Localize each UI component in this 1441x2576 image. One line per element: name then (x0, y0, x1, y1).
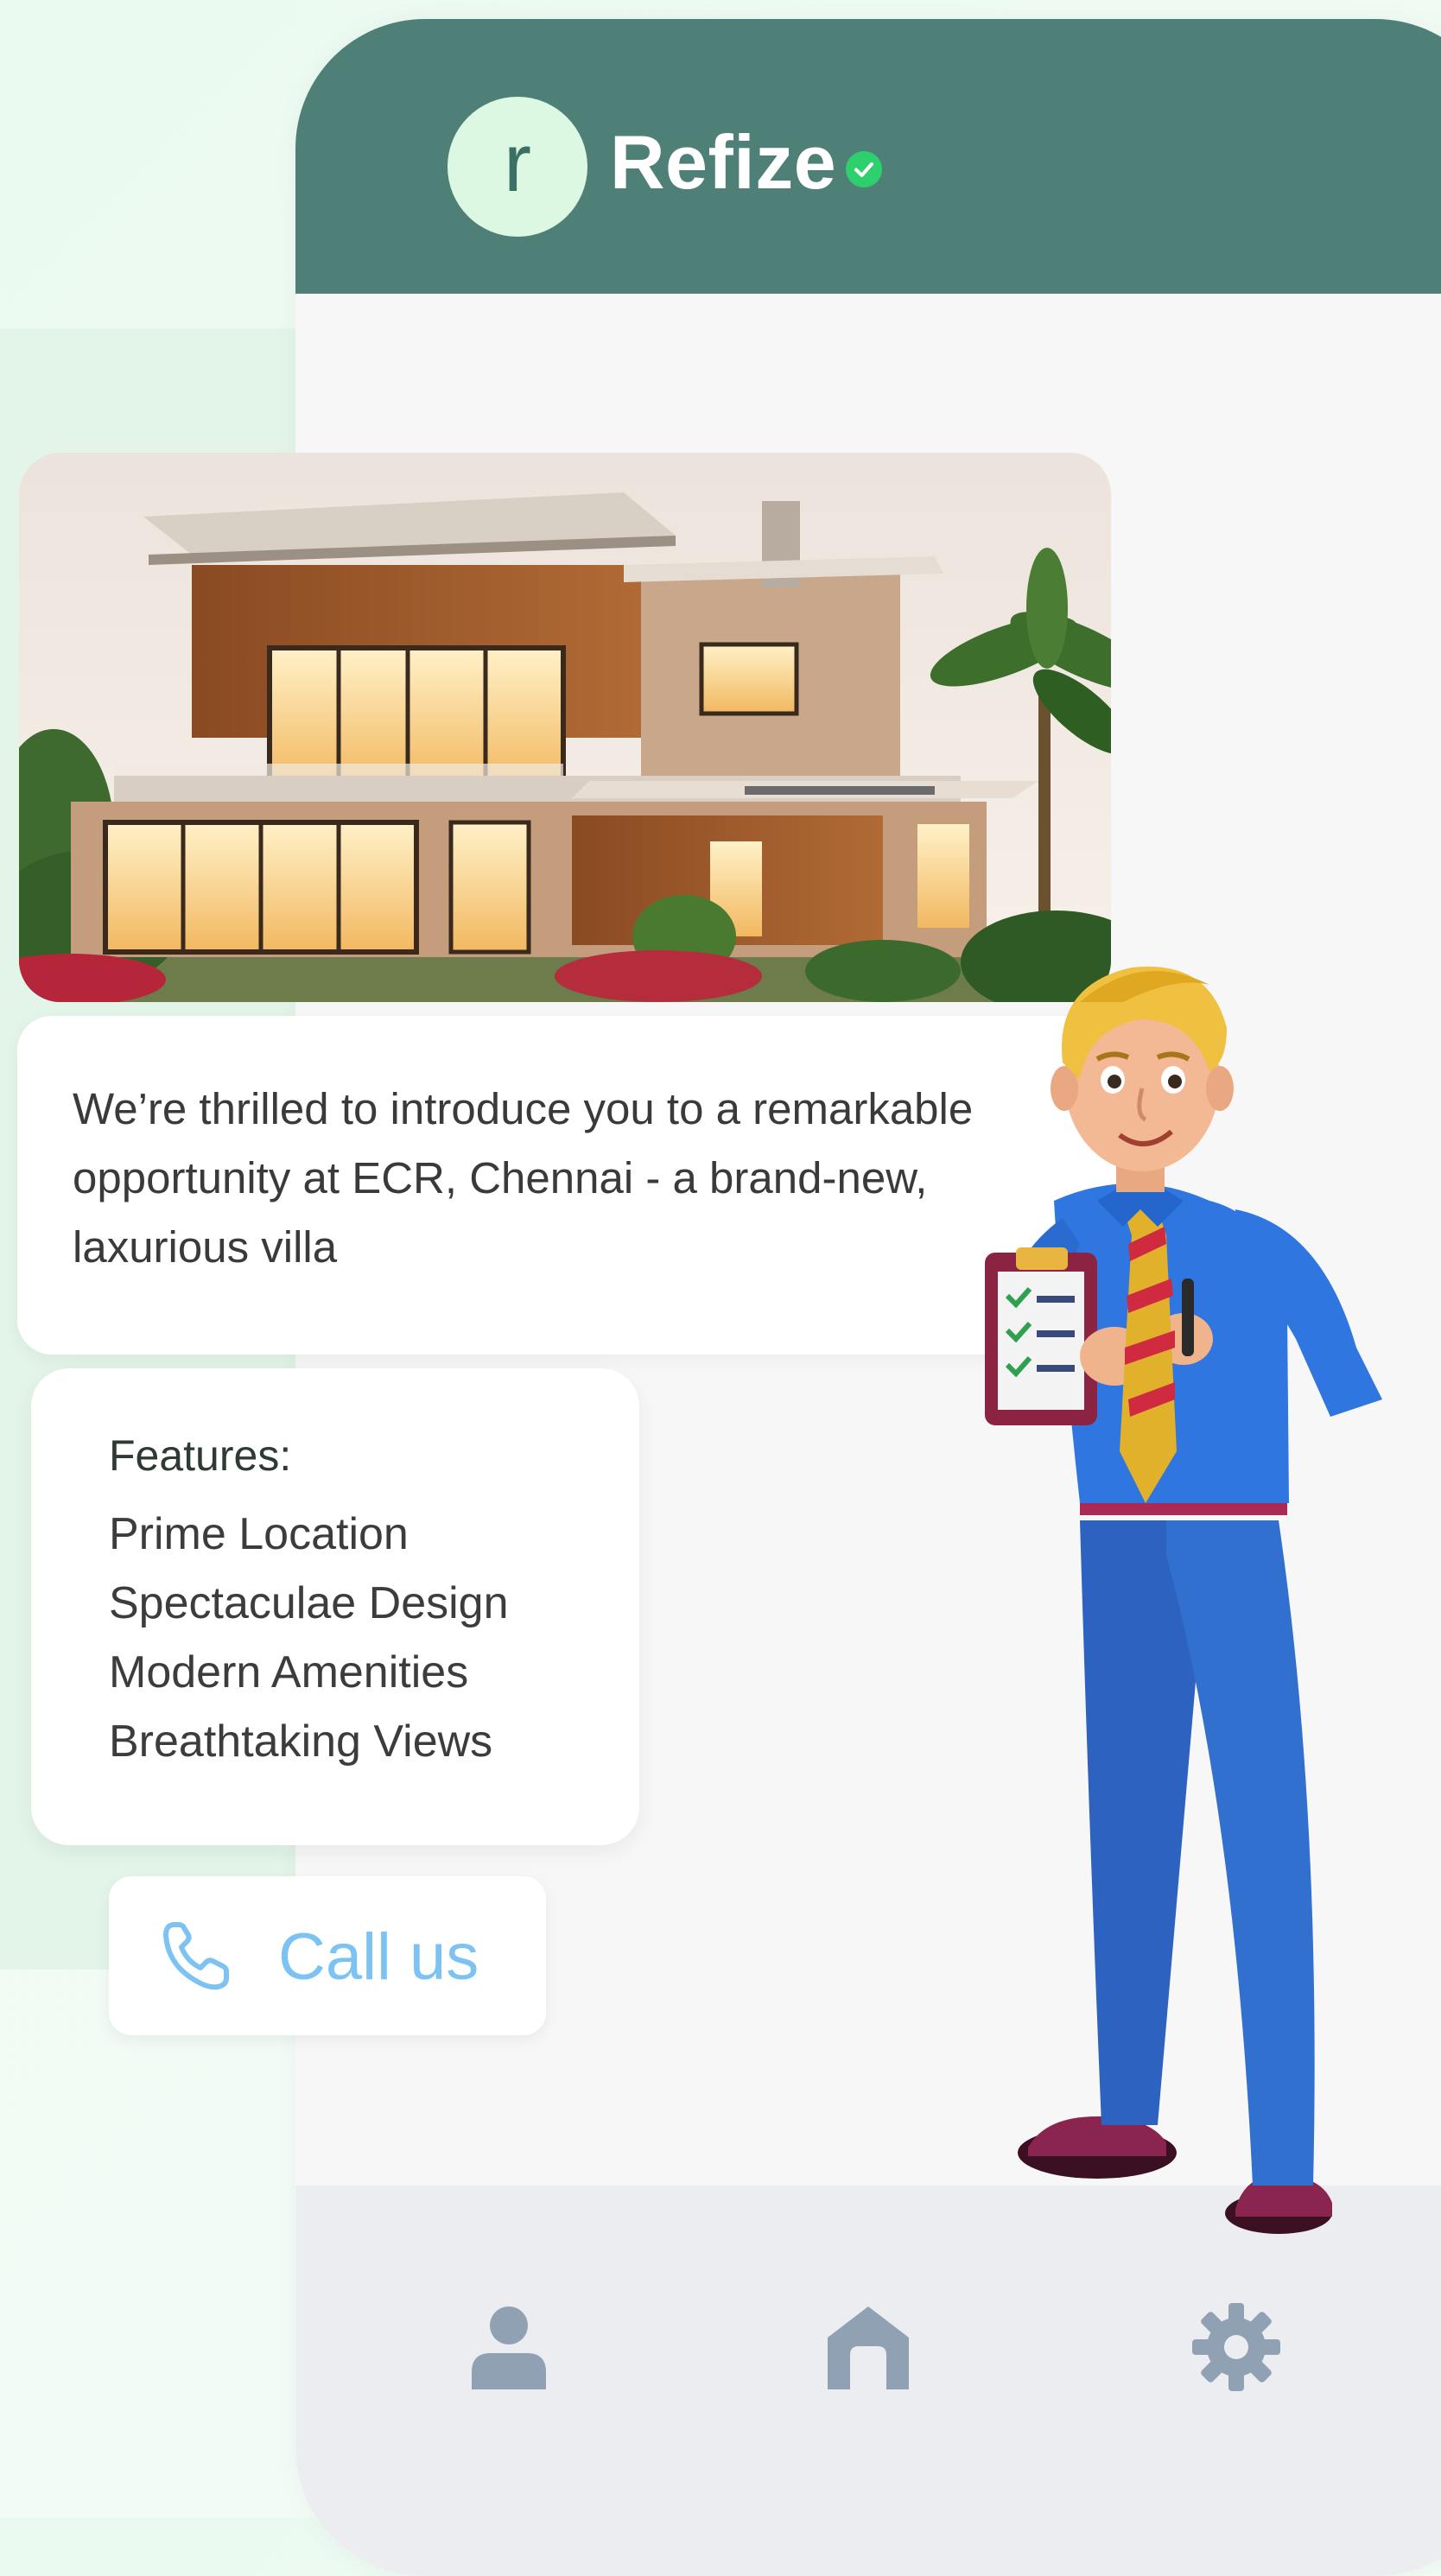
feature-item: Spectaculae Design (109, 1578, 509, 1628)
phone-icon (163, 1922, 229, 1990)
agent-illustration (985, 966, 1382, 2234)
avatar[interactable]: r (448, 97, 587, 237)
settings-icon[interactable] (1189, 2300, 1284, 2395)
call-us-label: Call us (278, 1920, 479, 1994)
verified-icon (846, 151, 882, 187)
feature-item: Breathtaking Views (109, 1716, 493, 1767)
features-list: Prime Location Spectaculae Design Modern… (109, 1500, 509, 1776)
features-title: Features: (109, 1431, 292, 1480)
avatar-letter: r (504, 117, 531, 209)
profile-icon[interactable] (461, 2300, 556, 2395)
feature-item: Modern Amenities (109, 1647, 469, 1697)
app-title: Refize (610, 119, 837, 205)
app-header: r Refize (295, 19, 1441, 294)
call-us-button[interactable]: Call us (109, 1876, 546, 2035)
home-icon[interactable] (821, 2300, 916, 2395)
feature-item: Prime Location (109, 1509, 409, 1559)
villa-image (19, 453, 1111, 1002)
features-card: Features: Prime Location Spectaculae Des… (31, 1368, 639, 1845)
message-text: We’re thrilled to introduce you to a rem… (73, 1084, 974, 1272)
